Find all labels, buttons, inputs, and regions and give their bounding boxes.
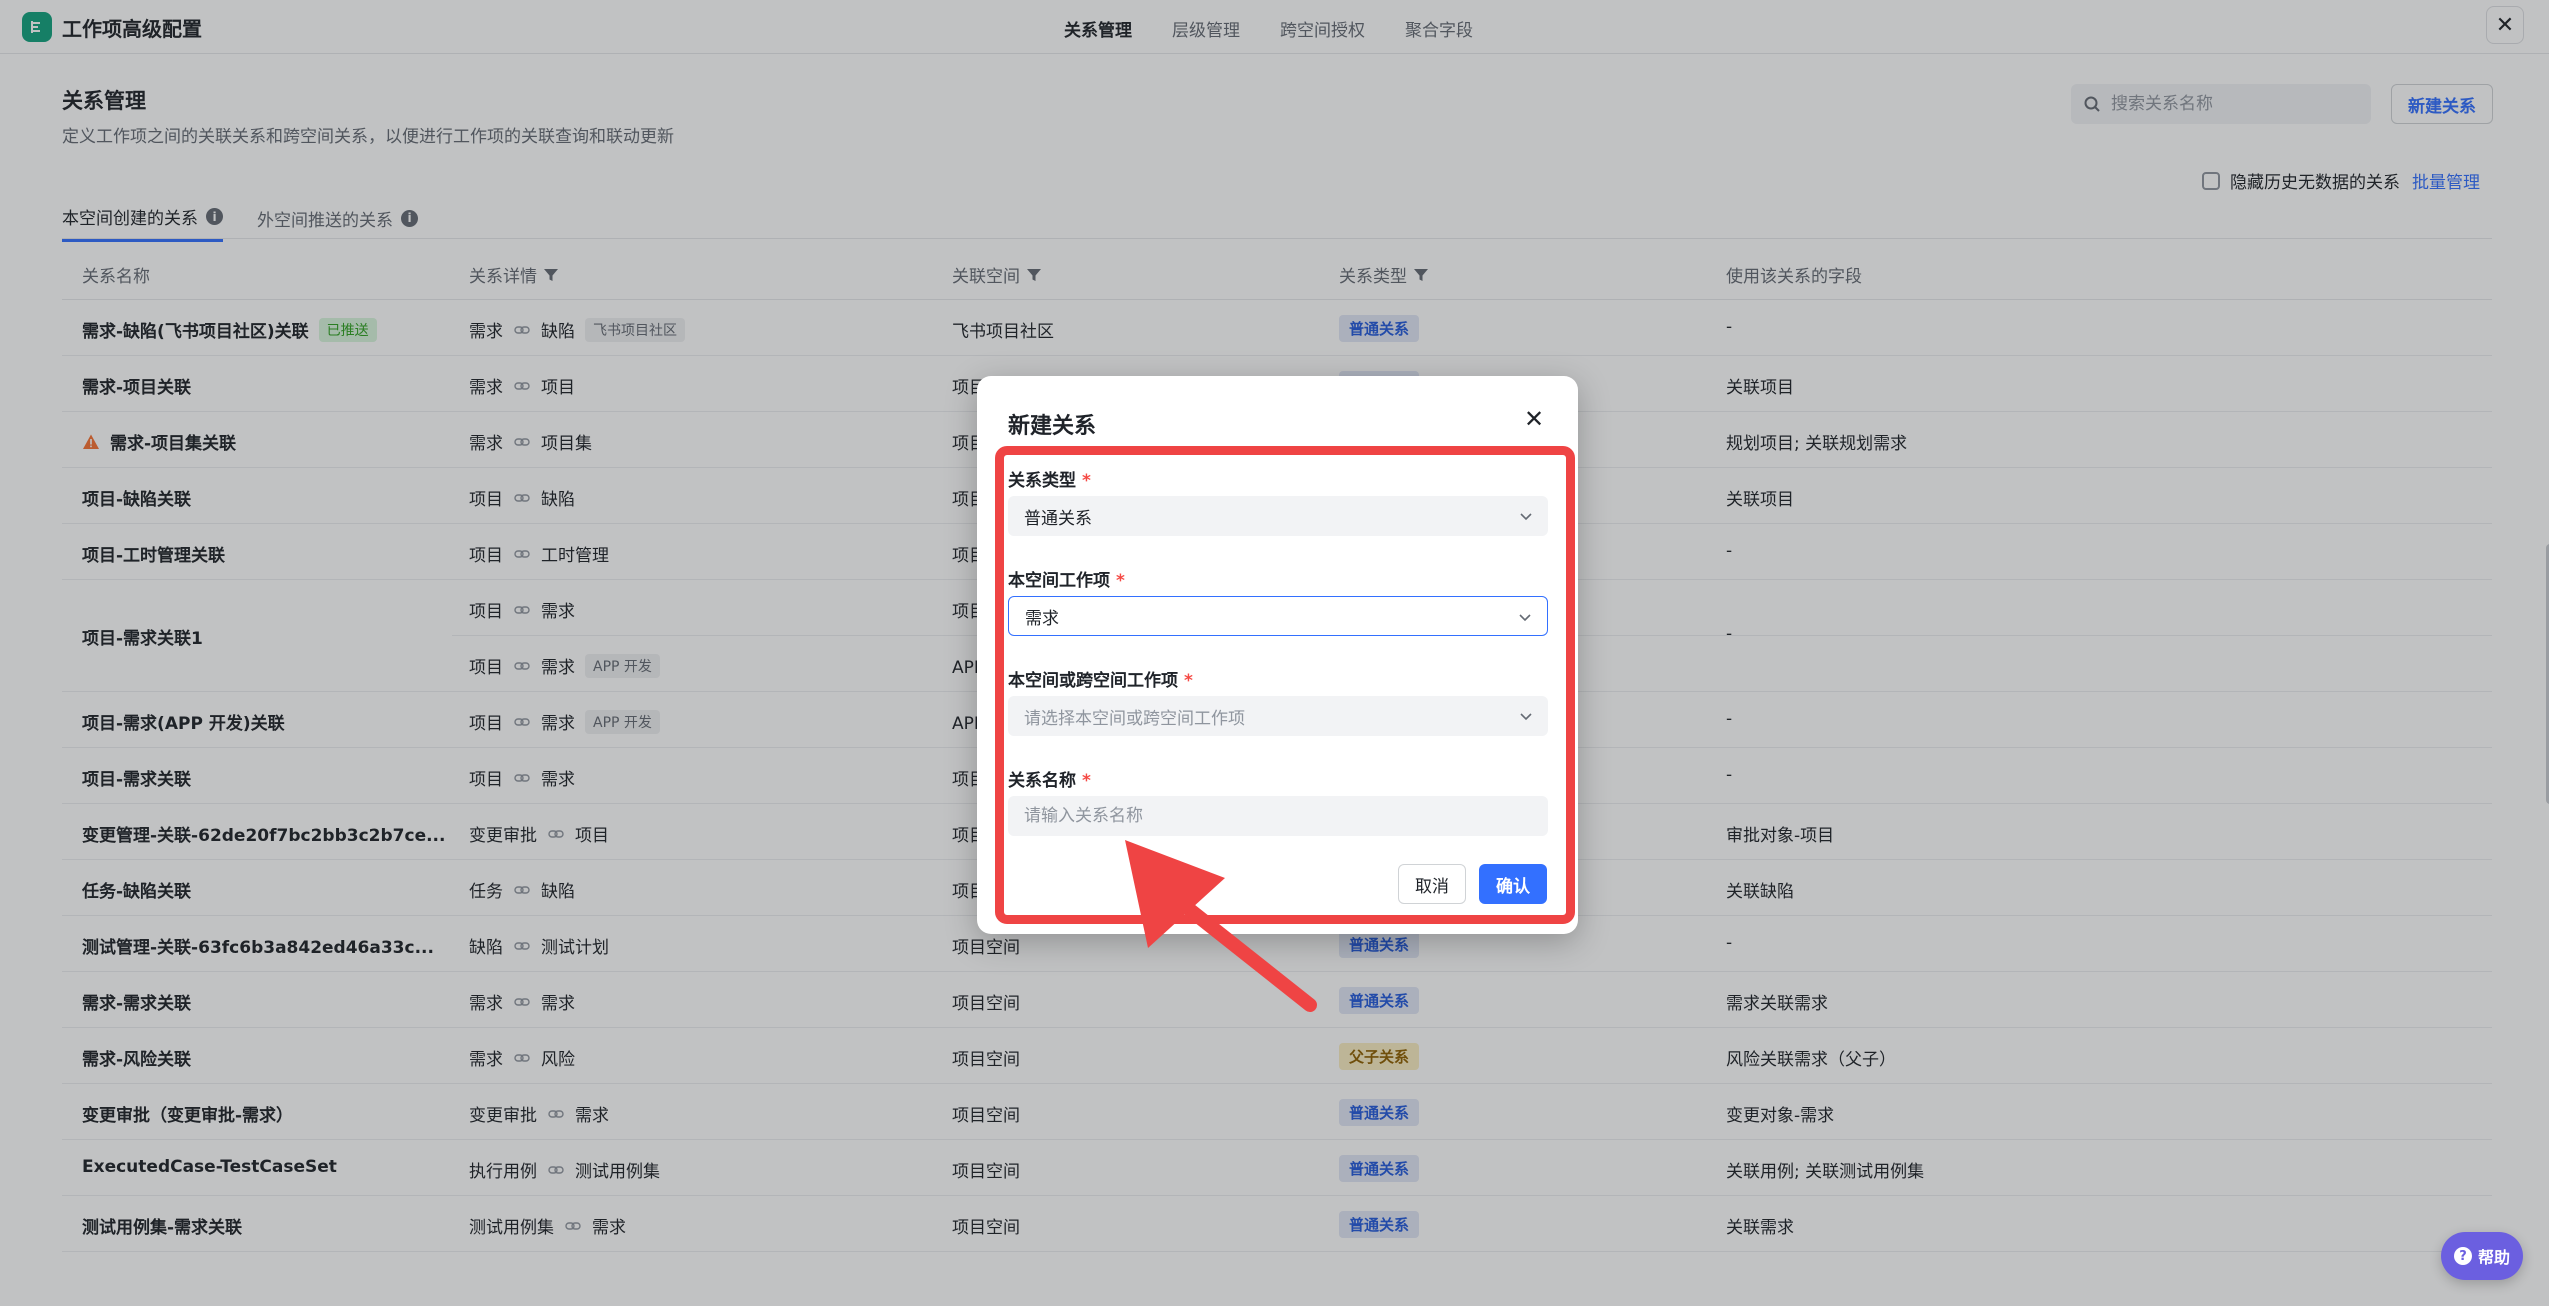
- help-icon: ?: [2453, 1247, 2472, 1265]
- dialog-title: 新建关系: [1008, 414, 1097, 439]
- relation-name-input[interactable]: [1008, 796, 1548, 836]
- label-text: 本空间工作项: [1008, 571, 1110, 591]
- target-item-label: 本空间或跨空间工作项 *: [1008, 666, 1193, 691]
- relation-name-label: 关系名称 *: [1008, 766, 1091, 791]
- select-value: 需求: [1025, 608, 1059, 629]
- required-mark: *: [1082, 771, 1091, 791]
- help-label: 帮助: [2477, 1248, 2510, 1267]
- label-text: 关系名称: [1008, 771, 1076, 791]
- select-placeholder: 请选择本空间或跨空间工作项: [1024, 708, 1245, 729]
- local-item-select[interactable]: 需求: [1008, 596, 1548, 636]
- required-mark: *: [1116, 571, 1125, 591]
- help-button[interactable]: ? 帮助: [2441, 1232, 2523, 1280]
- dialog-close-button[interactable]: ✕: [1519, 404, 1549, 434]
- label-text: 本空间或跨空间工作项: [1008, 671, 1178, 691]
- page: 工作项高级配置 关系管理 层级管理 跨空间授权 聚合字段 ✕ 关系管理 定义工作…: [0, 0, 2549, 1306]
- chevron-down-icon: [1519, 614, 1531, 622]
- required-mark: *: [1082, 471, 1091, 491]
- relation-type-select[interactable]: 普通关系: [1008, 496, 1548, 536]
- required-mark: *: [1184, 671, 1193, 691]
- chevron-down-icon: [1520, 713, 1532, 721]
- close-icon: ✕: [1523, 405, 1545, 433]
- local-item-label: 本空间工作项 *: [1008, 566, 1125, 591]
- select-value: 普通关系: [1024, 508, 1092, 529]
- chevron-down-icon: [1520, 513, 1532, 521]
- cancel-button[interactable]: 取消: [1398, 864, 1466, 904]
- relation-type-label: 关系类型 *: [1008, 466, 1091, 491]
- new-relation-dialog: 新建关系 ✕ 关系类型 * 普通关系 本空间工作项 * 需求 本空间或跨空间工作项 *…: [977, 376, 1578, 934]
- target-item-select[interactable]: 请选择本空间或跨空间工作项: [1008, 696, 1548, 736]
- label-text: 关系类型: [1008, 471, 1076, 491]
- confirm-button[interactable]: 确认: [1479, 864, 1547, 904]
